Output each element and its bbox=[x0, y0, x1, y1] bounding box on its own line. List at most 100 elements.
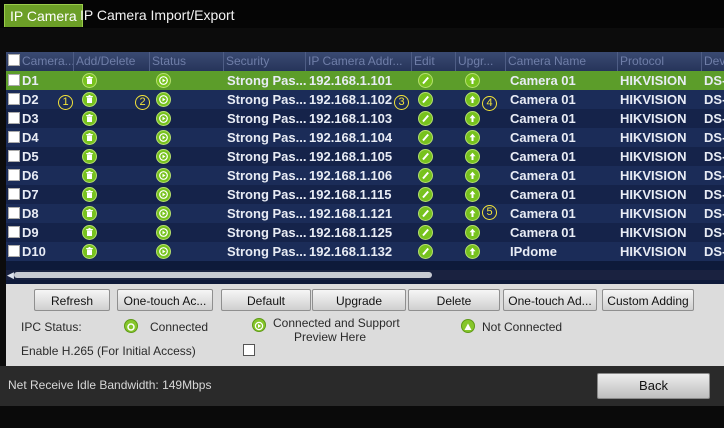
play-icon[interactable] bbox=[156, 73, 171, 88]
table-header: Camera... Add/Delete Status Security IP … bbox=[6, 52, 724, 71]
up-arrow-icon[interactable] bbox=[465, 73, 480, 88]
column-header-status[interactable]: Status bbox=[150, 52, 224, 71]
play-icon[interactable] bbox=[156, 92, 171, 107]
up-arrow-icon[interactable] bbox=[465, 187, 480, 202]
camera-id-cell: D6 bbox=[8, 166, 72, 185]
bottom-strip bbox=[0, 406, 724, 428]
row-checkbox[interactable] bbox=[8, 245, 20, 257]
row-checkbox[interactable] bbox=[8, 93, 20, 105]
pencil-icon[interactable] bbox=[418, 111, 433, 126]
play-icon[interactable] bbox=[156, 168, 171, 183]
security-cell: Strong Pas... bbox=[227, 149, 307, 164]
refresh-button[interactable]: Refresh bbox=[34, 289, 110, 311]
ipc-status-label: IPC Status: bbox=[21, 320, 82, 334]
table-row[interactable]: D5 Strong Pas... 192.168.1.105 Camera 01 HIK… bbox=[6, 147, 724, 166]
camera-name-cell: Camera 01 bbox=[510, 168, 576, 183]
up-arrow-icon[interactable] bbox=[465, 168, 480, 183]
row-checkbox[interactable] bbox=[8, 131, 20, 143]
pencil-icon[interactable] bbox=[418, 206, 433, 221]
up-arrow-icon[interactable] bbox=[465, 149, 480, 164]
table-row[interactable]: D1 Strong Pas... 192.168.1.101 Camera 01 HIK… bbox=[6, 71, 724, 90]
up-arrow-icon[interactable] bbox=[465, 111, 480, 126]
column-header-protocol[interactable]: Protocol bbox=[618, 52, 702, 71]
column-header-camera-name[interactable]: Camera Name bbox=[506, 52, 618, 71]
connected-support-label-line2: Preview Here bbox=[294, 330, 367, 344]
pencil-icon[interactable] bbox=[418, 92, 433, 107]
tab-ip-camera[interactable]: IP Camera bbox=[4, 4, 83, 27]
row-checkbox[interactable] bbox=[8, 207, 20, 219]
column-header-device[interactable]: Devi... bbox=[702, 52, 724, 71]
column-header-security[interactable]: Security bbox=[224, 52, 306, 71]
column-header-ip-address[interactable]: IP Camera Addr... bbox=[306, 52, 412, 71]
horizontal-scrollbar[interactable]: ◀ bbox=[6, 270, 724, 280]
trash-icon[interactable] bbox=[82, 73, 97, 88]
up-arrow-icon[interactable] bbox=[465, 206, 480, 221]
trash-icon[interactable] bbox=[82, 92, 97, 107]
pencil-icon[interactable] bbox=[418, 244, 433, 259]
play-icon[interactable] bbox=[156, 244, 171, 259]
table-row[interactable]: D10 Strong Pas... 192.168.1.132 IPdome HIKVI… bbox=[6, 242, 724, 261]
trash-icon[interactable] bbox=[82, 187, 97, 202]
camera-name-cell: Camera 01 bbox=[510, 111, 576, 126]
pencil-icon[interactable] bbox=[418, 130, 433, 145]
back-button[interactable]: Back bbox=[597, 373, 710, 399]
up-arrow-icon[interactable] bbox=[465, 92, 480, 107]
security-cell: Strong Pas... bbox=[227, 168, 307, 183]
table-row[interactable]: D8 Strong Pas... 192.168.1.121 Camera 01 HIK… bbox=[6, 204, 724, 223]
row-checkbox[interactable] bbox=[8, 74, 20, 86]
row-checkbox[interactable] bbox=[8, 169, 20, 181]
table-row[interactable]: D2 Strong Pas... 192.168.1.102 Camera 01 HIK… bbox=[6, 90, 724, 109]
play-icon[interactable] bbox=[156, 187, 171, 202]
default-button[interactable]: Default bbox=[221, 289, 311, 311]
pencil-icon[interactable] bbox=[418, 73, 433, 88]
row-checkbox[interactable] bbox=[8, 150, 20, 162]
select-all-checkbox[interactable] bbox=[8, 54, 20, 66]
pencil-icon[interactable] bbox=[418, 168, 433, 183]
enable-h265-checkbox[interactable] bbox=[243, 344, 255, 356]
upgrade-button[interactable]: Upgrade bbox=[312, 289, 406, 311]
up-arrow-icon[interactable] bbox=[465, 244, 480, 259]
pencil-icon[interactable] bbox=[418, 149, 433, 164]
trash-icon[interactable] bbox=[82, 130, 97, 145]
trash-icon[interactable] bbox=[82, 225, 97, 240]
row-checkbox[interactable] bbox=[8, 226, 20, 238]
up-arrow-icon[interactable] bbox=[465, 130, 480, 145]
table-row[interactable]: D6 Strong Pas... 192.168.1.106 Camera 01 HIK… bbox=[6, 166, 724, 185]
table-row[interactable]: D4 Strong Pas... 192.168.1.104 Camera 01 HIK… bbox=[6, 128, 724, 147]
trash-icon[interactable] bbox=[82, 168, 97, 183]
column-header-camera[interactable]: Camera... bbox=[6, 52, 74, 71]
play-icon[interactable] bbox=[156, 130, 171, 145]
device-type-cell: DS- bbox=[704, 73, 724, 88]
security-cell: Strong Pas... bbox=[227, 92, 307, 107]
table-row[interactable]: D3 Strong Pas... 192.168.1.103 Camera 01 HIK… bbox=[6, 109, 724, 128]
play-icon[interactable] bbox=[156, 206, 171, 221]
protocol-cell: HIKVISION bbox=[620, 111, 687, 126]
play-icon[interactable] bbox=[156, 149, 171, 164]
table-row[interactable]: D7 Strong Pas... 192.168.1.115 Camera 01 HIK… bbox=[6, 185, 724, 204]
scroll-left-icon[interactable]: ◀ bbox=[7, 270, 14, 280]
one-touch-add-button[interactable]: One-touch Ad... bbox=[503, 289, 597, 311]
row-checkbox[interactable] bbox=[8, 112, 20, 124]
connected-icon bbox=[124, 319, 138, 333]
column-header-upgrade[interactable]: Upgr... bbox=[456, 52, 506, 71]
row-checkbox[interactable] bbox=[8, 188, 20, 200]
trash-icon[interactable] bbox=[82, 244, 97, 259]
tab-ip-camera-import-export[interactable]: IP Camera Import/Export bbox=[76, 4, 239, 26]
column-header-add-delete[interactable]: Add/Delete bbox=[74, 52, 150, 71]
security-cell: Strong Pas... bbox=[227, 244, 307, 259]
play-icon[interactable] bbox=[156, 111, 171, 126]
trash-icon[interactable] bbox=[82, 111, 97, 126]
table-row[interactable]: D9 Strong Pas... 192.168.1.125 Camera 01 HIK… bbox=[6, 223, 724, 242]
column-header-edit[interactable]: Edit bbox=[412, 52, 456, 71]
security-cell: Strong Pas... bbox=[227, 130, 307, 145]
trash-icon[interactable] bbox=[82, 149, 97, 164]
custom-adding-button[interactable]: Custom Adding bbox=[602, 289, 694, 311]
play-icon[interactable] bbox=[156, 225, 171, 240]
up-arrow-icon[interactable] bbox=[465, 225, 480, 240]
trash-icon[interactable] bbox=[82, 206, 97, 221]
one-touch-activate-button[interactable]: One-touch Ac... bbox=[117, 289, 213, 311]
delete-button[interactable]: Delete bbox=[408, 289, 500, 311]
scrollbar-thumb[interactable] bbox=[14, 272, 432, 278]
pencil-icon[interactable] bbox=[418, 225, 433, 240]
pencil-icon[interactable] bbox=[418, 187, 433, 202]
